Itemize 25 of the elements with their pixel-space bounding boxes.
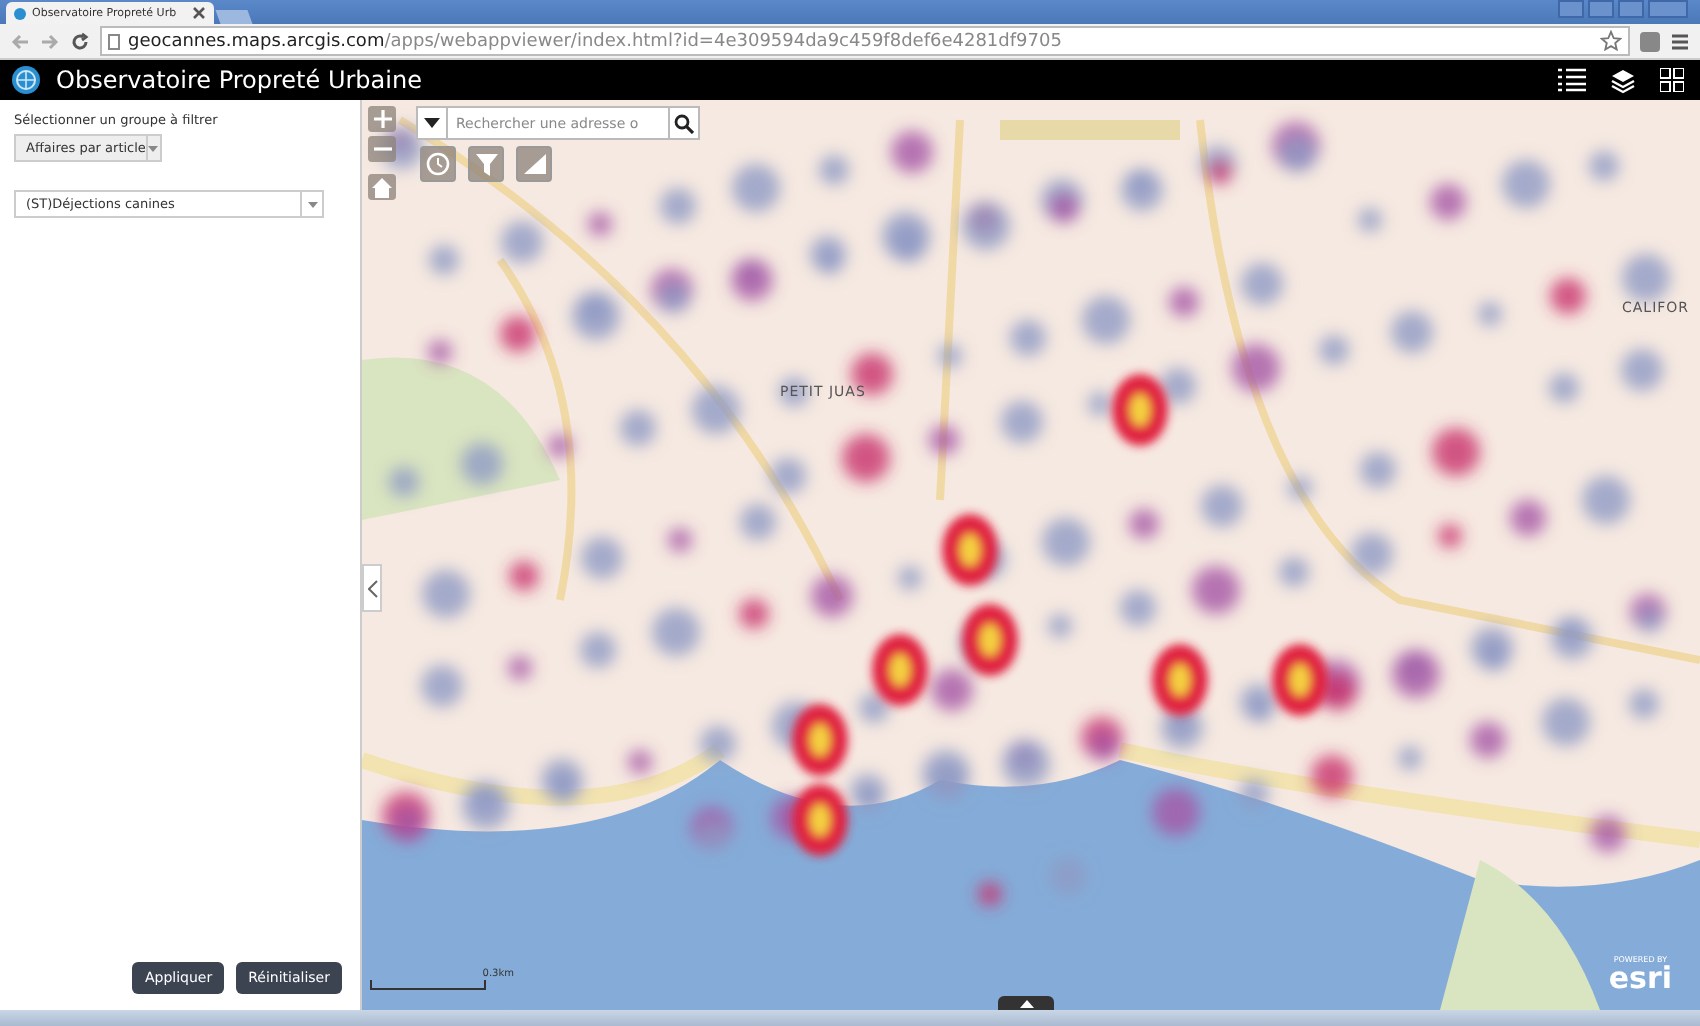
forward-arrow-icon[interactable] [40, 31, 60, 51]
address-bar[interactable]: geocannes.maps.arcgis.com/apps/webappviewer/index.html?id=4e309594da9c459f8def6e4281df9705 [100, 26, 1630, 56]
caret-icon [300, 192, 322, 216]
chart-icon[interactable] [516, 146, 552, 182]
globe-icon [14, 7, 26, 19]
filter-icon[interactable] [468, 146, 504, 182]
collapse-handle[interactable] [362, 564, 382, 612]
page-icon [108, 33, 120, 49]
layers-icon[interactable] [1606, 67, 1640, 93]
caret-icon [145, 136, 160, 160]
caret-icon[interactable] [416, 106, 448, 140]
app-title: Observatoire Propreté Urbaine [56, 66, 424, 94]
reload-icon[interactable] [70, 31, 90, 51]
zoom-in-icon[interactable] [368, 106, 396, 132]
menu-icon[interactable] [1670, 31, 1690, 51]
back-arrow-icon[interactable] [10, 31, 30, 51]
home-icon[interactable] [368, 174, 396, 200]
expand-handle[interactable] [998, 996, 1054, 1010]
globe-icon [12, 66, 40, 94]
grid-icon[interactable] [1656, 68, 1688, 92]
star-icon[interactable] [1600, 30, 1622, 52]
search-icon[interactable] [668, 106, 700, 140]
list-icon[interactable] [1554, 68, 1590, 92]
scale-bar [370, 980, 486, 990]
zoom-out-icon[interactable] [368, 136, 396, 162]
